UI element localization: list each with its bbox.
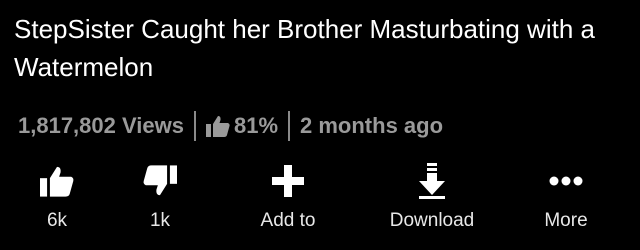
like-count: 6k [46,210,68,231]
meta-divider [288,111,291,141]
thumbs-up-icon [40,166,74,197]
more-button[interactable]: More [511,160,621,232]
upload-age: 2 months ago [300,113,444,138]
like-button[interactable]: 6k [2,160,112,232]
thumbs-down-icon [143,165,177,196]
meta-divider [193,111,196,141]
rating-value: 81% [233,113,279,138]
add-to-label: Add to [260,210,316,231]
plus-icon [272,165,304,197]
dislike-count: 1k [149,210,171,231]
thumbs-up-icon [205,116,230,137]
download-label: Download [389,210,475,231]
view-count: 1,817,802 Views [18,113,184,138]
dislike-button[interactable]: 1k [105,160,215,232]
download-icon [419,163,445,199]
video-title: StepSister Caught her Brother Masturbati… [14,14,595,82]
add-to-button[interactable]: Add to [233,160,343,232]
more-label: More [544,210,588,231]
action-bar: 6k 1k Add to Download More [0,160,640,240]
download-button[interactable]: Download [377,160,487,232]
rating: 81% [205,113,279,139]
video-meta: 1,817,802 Views 81% 2 months ago [18,110,443,142]
more-dots-icon [549,176,583,186]
